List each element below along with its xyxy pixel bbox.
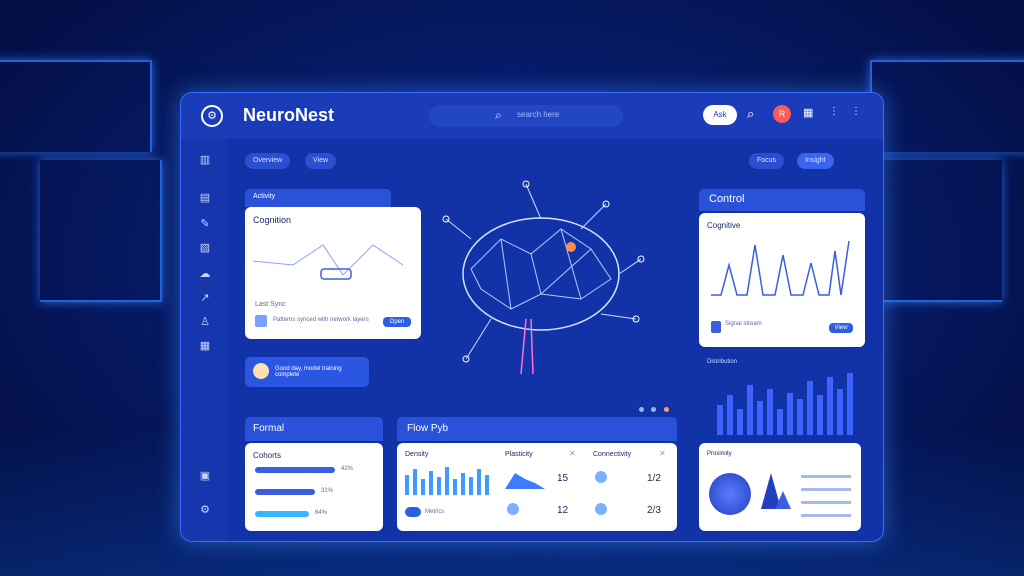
user-icon[interactable]: ♙ [197, 315, 213, 329]
notice-card: Good day, model training complete [245, 357, 369, 387]
chip-view[interactable]: View [305, 153, 337, 169]
flow-v4: 2/3 [647, 505, 661, 516]
pen-icon[interactable]: ✎ [197, 217, 213, 231]
top-bar: ⚙ NeuroNest ⌕ search here Ask ⌕ R ▦ ⋮ ⋮ [181, 93, 883, 139]
layers-icon[interactable]: ▧ [197, 241, 213, 255]
flow-v1: 15 [557, 473, 569, 484]
search-input[interactable]: ⌕ search here [429, 105, 623, 127]
proximity-card: Proximity [699, 443, 861, 531]
activity-title: Cognition [253, 215, 292, 225]
flow-v2: 12 [557, 505, 569, 516]
bg-line-left-2 [40, 160, 162, 302]
formal-bar-1 [255, 467, 335, 473]
calendar-icon[interactable]: ▦ [803, 106, 813, 119]
formal-bar-3 [255, 511, 309, 517]
brain-network-illustration [442, 180, 645, 375]
carousel-dots[interactable] [639, 399, 675, 430]
control-tab-label: Control [709, 193, 745, 205]
chat-icon[interactable]: ▣ [197, 469, 213, 483]
proximity-globe [709, 473, 751, 515]
logo-icon: ⚙ [201, 105, 223, 127]
notice-avatar [253, 363, 269, 379]
formal-bar-2 [255, 489, 315, 495]
flow-metrics-toggle[interactable] [405, 507, 421, 517]
flow-tab-label: Flow Pyb [407, 423, 449, 434]
more-icon[interactable]: ⋮ [829, 106, 839, 117]
flow-bar-chart [405, 467, 489, 495]
doc-icon[interactable]: ▤ [197, 191, 213, 205]
flow-area-chart [505, 473, 545, 489]
formal-tab-label: Formal [253, 423, 285, 434]
control-file-icon [711, 321, 721, 333]
grid-icon[interactable]: ▦ [197, 339, 213, 353]
activity-desc: Patterns synced with network layers [273, 317, 369, 323]
activity-open-button[interactable]: Open [383, 317, 411, 327]
formal-title: Cohorts [253, 451, 282, 460]
flow-col1: Density [405, 451, 429, 458]
sidebar: ▥ ▤ ✎ ▧ ☁ ↗ ♙ ▦ ▣ ⚙ [181, 139, 229, 541]
activity-file-icon [255, 315, 267, 327]
proximity-sliders[interactable] [801, 473, 851, 517]
flow-v3: 1/2 [647, 473, 661, 484]
flow-x-icon[interactable]: ✕ [659, 449, 666, 458]
home-icon[interactable]: ▥ [197, 153, 213, 167]
control-tab[interactable]: Control [699, 189, 865, 211]
settings-icon[interactable]: ⚙ [197, 503, 213, 517]
activity-network [253, 244, 404, 280]
app-window: ⚙ NeuroNest ⌕ search here Ask ⌕ R ▦ ⋮ ⋮ … [180, 92, 884, 542]
flow-tab[interactable]: Flow Pyb [397, 417, 677, 441]
trend-icon[interactable]: ↗ [197, 291, 213, 305]
formal-tab[interactable]: Formal [245, 417, 383, 441]
bg-line-right-2 [870, 160, 1002, 302]
activity-card: Cognition Last Sync Patterns synced with… [245, 207, 421, 339]
chip-overview[interactable]: Overview [245, 153, 291, 169]
activity-tab-label: Activity [253, 193, 276, 200]
app-title: NeuroNest [243, 105, 335, 125]
search-placeholder: search here [517, 110, 560, 119]
activity-tab[interactable]: Activity [245, 189, 391, 207]
notice-text: Good day, model training complete [275, 366, 342, 378]
chip-insight[interactable]: Insight [797, 153, 834, 169]
flow-dot-2 [595, 471, 607, 483]
activity-footer: Last Sync [255, 301, 286, 308]
menu-icon[interactable]: ⋮ [851, 106, 861, 117]
formal-bar-3-value: 64% [315, 510, 328, 516]
control-view-button[interactable]: View [829, 323, 853, 333]
cloud-icon[interactable]: ☁ [197, 267, 213, 281]
formal-bar-1-value: 42% [341, 466, 354, 472]
chip-focus[interactable]: Focus [749, 153, 785, 169]
control-title: Cognitive [707, 221, 741, 230]
search-icon-top[interactable]: ⌕ [747, 106, 754, 122]
flow-dot-3 [595, 503, 607, 515]
bg-line-left-1 [0, 60, 152, 152]
flow-dot-icon [507, 503, 519, 515]
bg-line-right-1 [870, 60, 1024, 152]
control-legend: Signal stream [725, 321, 762, 327]
formal-card: Cohorts 42% 31% 64% [245, 443, 383, 531]
flow-close-icon[interactable]: ✕ [569, 449, 576, 458]
avatar[interactable]: R [773, 105, 791, 123]
search-icon: ⌕ [495, 108, 502, 122]
proximity-triangles [761, 473, 791, 509]
control-card: Cognitive Signal stream View [699, 213, 865, 347]
ask-button[interactable]: Ask [703, 105, 737, 125]
formal-bar-2-value: 31% [321, 488, 334, 494]
flow-col3: Connectivity [593, 451, 632, 458]
control-line-chart [711, 240, 850, 296]
flow-card: Density Metrics Plasticity 15 12 ✕ Conne… [397, 443, 677, 531]
flow-foot: Metrics [425, 509, 445, 515]
distribution-bar-chart [717, 373, 853, 435]
proximity-title: Proximity [707, 451, 732, 457]
flow-col2: Plasticity [505, 451, 533, 458]
